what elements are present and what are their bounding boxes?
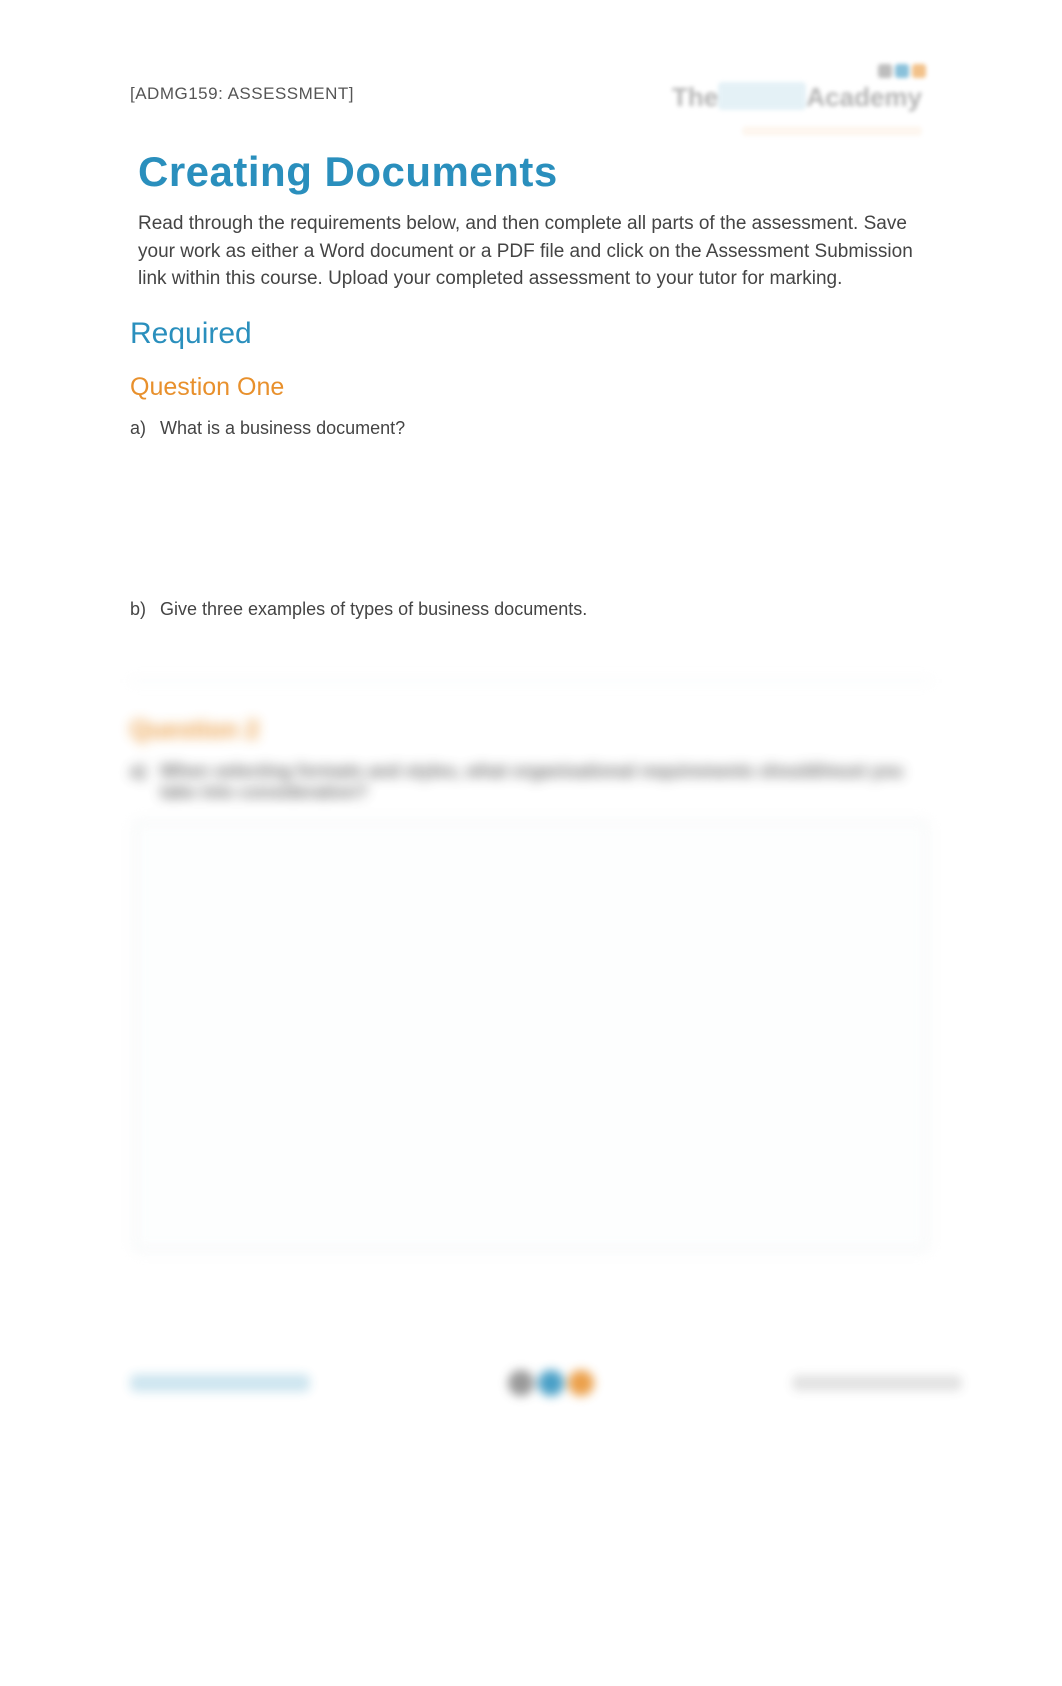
answer-input-box <box>134 821 928 1251</box>
question-one-item-a: a) What is a business document? <box>130 418 932 439</box>
question-letter: b) <box>130 599 160 620</box>
logo-dot-blue-icon <box>895 64 909 78</box>
logo-mid-block <box>718 82 806 110</box>
footer-dot-orange-icon <box>568 1370 594 1396</box>
logo-dot-grey-icon <box>878 64 892 78</box>
header-row: [ADMG159: ASSESSMENT] The Academy <box>130 60 932 140</box>
page-title: Creating Documents <box>138 148 932 196</box>
footer-logo-dots <box>508 1370 594 1396</box>
question-letter: a) <box>130 761 160 803</box>
logo-text: The Academy <box>672 82 922 113</box>
footer-url <box>130 1374 310 1392</box>
question-text: Give three examples of types of business… <box>160 599 932 620</box>
blurred-preview-section: Question 2 a) When selecting formats and… <box>130 680 932 1251</box>
question-text: When selecting formats and styles, what … <box>160 761 932 803</box>
logo-dot-orange-icon <box>912 64 926 78</box>
section-heading-required: Required <box>130 317 932 351</box>
question-two-heading: Question 2 <box>130 716 932 745</box>
footer-dot-grey-icon <box>508 1370 534 1396</box>
question-one-item-b: b) Give three examples of types of busin… <box>130 599 932 620</box>
footer-copyright <box>792 1375 962 1391</box>
intro-paragraph: Read through the requirements below, and… <box>138 210 924 293</box>
question-text: What is a business document? <box>160 418 932 439</box>
course-code: [ADMG159: ASSESSMENT] <box>130 60 354 104</box>
logo-dots <box>878 64 926 78</box>
question-two-item-a: a) When selecting formats and styles, wh… <box>130 761 932 803</box>
brand-logo: The Academy <box>662 60 932 140</box>
page-footer <box>130 1370 962 1396</box>
question-one-heading: Question One <box>130 373 932 402</box>
logo-text-left: The <box>672 82 718 113</box>
logo-tagline <box>742 126 922 136</box>
document-page: [ADMG159: ASSESSMENT] The Academy Creati… <box>0 0 1062 1251</box>
question-letter: a) <box>130 418 160 439</box>
logo-text-right: Academy <box>806 82 922 113</box>
footer-dot-blue-icon <box>538 1370 564 1396</box>
